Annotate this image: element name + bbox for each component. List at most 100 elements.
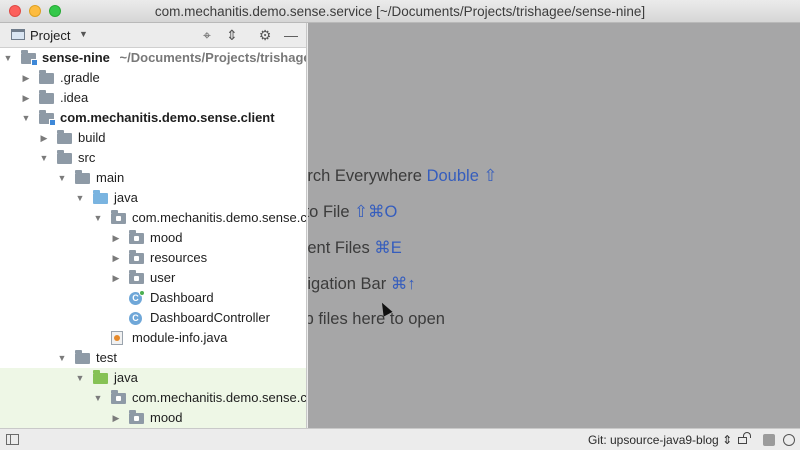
module-folder-icon <box>39 110 56 126</box>
tree-row[interactable]: ▼ java <box>0 188 306 208</box>
tree-item-label: sense-nine ~/Documents/Projects/trishage… <box>42 48 306 68</box>
project-tool-window: Project ▼ ⌖ ⇕ ⚙ — ▼ sense-nine ~/Document… <box>0 23 307 428</box>
expanded-arrow-icon[interactable]: ▼ <box>93 388 103 408</box>
collapse-all-icon[interactable]: ⇕ <box>223 26 241 44</box>
package-icon <box>129 250 144 264</box>
expanded-arrow-icon[interactable]: ▼ <box>93 208 103 228</box>
tree-row[interactable]: ▼ src <box>0 148 306 168</box>
folder-icon <box>75 350 90 364</box>
editor-hint: Recent Files ⌘E <box>308 238 402 258</box>
shortcut-key: ⌘↑ <box>390 275 416 293</box>
tree-item-label: .gradle <box>60 70 100 85</box>
expanded-arrow-icon[interactable]: ▼ <box>21 108 31 128</box>
folder-icon <box>39 70 54 84</box>
shortcut-key: ⌘E <box>374 239 402 257</box>
tree-row[interactable]: ▼ main <box>0 168 306 188</box>
tree-row[interactable]: module-info.java <box>0 328 306 348</box>
status-bar: Git: upsource-java9-blog ⇕ <box>0 428 800 450</box>
tree-row[interactable]: ▶ .idea <box>0 88 306 108</box>
tree-row[interactable]: ▶ user <box>0 268 306 288</box>
expanded-arrow-icon[interactable]: ▼ <box>39 148 49 168</box>
expanded-arrow-icon[interactable]: ▼ <box>75 368 85 388</box>
tree-item-label: java <box>114 190 138 205</box>
tree-item-label: com.mechanitis.demo.sense.client <box>132 390 307 405</box>
hint-text: Recent Files <box>308 239 370 257</box>
hide-panel-icon[interactable]: — <box>282 26 300 44</box>
expanded-arrow-icon[interactable]: ▼ <box>57 168 67 188</box>
package-icon <box>129 230 144 244</box>
tree-row[interactable]: ▶ build <box>0 128 306 148</box>
tree-row[interactable]: ▶ .gradle <box>0 68 306 88</box>
collapsed-arrow-icon[interactable]: ▶ <box>39 128 49 148</box>
tree-item-label: module-info.java <box>132 330 228 345</box>
class-icon: C <box>129 312 142 325</box>
tree-item-label: src <box>78 150 96 165</box>
java-file-icon <box>111 331 123 345</box>
editor-hint: Search Everywhere Double ⇧ <box>308 166 497 186</box>
tool-window-toggle-icon[interactable] <box>6 434 19 445</box>
lock-icon[interactable] <box>738 432 751 444</box>
folder-icon <box>57 130 72 144</box>
collapsed-arrow-icon[interactable]: ▶ <box>111 248 121 268</box>
tree-item-path: ~/Documents/Projects/trishagee/sense-nin… <box>119 50 306 65</box>
folder-icon <box>57 150 72 164</box>
source-folder-icon <box>93 190 108 204</box>
folder-icon <box>75 170 90 184</box>
hint-text: Navigation Bar <box>308 275 387 293</box>
tree-item-label: resources <box>150 250 208 265</box>
window-title: com.mechanitis.demo.sense.service [~/Doc… <box>154 4 646 19</box>
chevron-down-icon[interactable]: ▼ <box>79 29 88 39</box>
package-icon <box>129 410 144 424</box>
collapsed-arrow-icon[interactable]: ▶ <box>111 408 121 428</box>
collapsed-arrow-icon[interactable]: ▶ <box>111 228 121 248</box>
collapsed-arrow-icon[interactable]: ▶ <box>111 268 121 288</box>
hint-text: Go to File <box>308 203 350 221</box>
collapsed-arrow-icon[interactable]: ▶ <box>21 88 31 108</box>
tree-item-label: build <box>78 130 106 145</box>
tree-row[interactable]: ▼ com.mechanitis.demo.sense.client <box>0 208 307 228</box>
project-panel-header: Project ▼ ⌖ ⇕ ⚙ — <box>0 23 306 48</box>
package-icon <box>111 210 126 224</box>
expanded-arrow-icon[interactable]: ▼ <box>3 48 13 68</box>
event-log-icon[interactable] <box>783 434 795 446</box>
project-view-selector[interactable]: Project <box>30 28 70 43</box>
editor-hint: Drop files here to open <box>308 310 445 329</box>
shortcut-key: Double ⇧ <box>426 167 498 185</box>
expanded-arrow-icon[interactable]: ▼ <box>75 188 85 208</box>
inspector-icon[interactable] <box>763 434 775 446</box>
tree-row[interactable]: ▼ com.mechanitis.demo.sense.client <box>0 388 307 408</box>
tree-item-label: mood <box>150 410 183 425</box>
tree-row[interactable]: ▶ resources <box>0 248 306 268</box>
tree-item-label: .idea <box>60 90 89 105</box>
gear-icon[interactable]: ⚙ <box>256 26 274 44</box>
tree-row[interactable]: ▼ java <box>0 368 306 388</box>
test-folder-icon <box>93 370 108 384</box>
tree-row[interactable]: ▶ mood <box>0 228 306 248</box>
tree-row[interactable]: C DashboardController <box>0 308 306 328</box>
project-tree[interactable]: ▼ sense-nine ~/Documents/Projects/trishag… <box>0 48 307 428</box>
tree-item-label: user <box>150 270 176 285</box>
module-folder-icon <box>21 50 38 66</box>
tree-item-label: Dashboard <box>150 290 214 305</box>
project-view-icon <box>11 29 25 40</box>
git-branch-widget[interactable]: Git: upsource-java9-blog ⇕ <box>588 433 732 447</box>
tree-item-label: com.mechanitis.demo.sense.client <box>132 210 307 225</box>
tree-row[interactable]: C Dashboard <box>0 288 306 308</box>
tree-row[interactable]: ▼ sense-nine ~/Documents/Projects/trishag… <box>0 48 306 68</box>
tree-item-label: test <box>96 350 117 365</box>
tree-item-label: DashboardController <box>150 310 270 325</box>
hint-text: Search Everywhere <box>308 167 422 185</box>
tree-row[interactable]: ▶ mood <box>0 408 306 428</box>
locate-target-icon[interactable]: ⌖ <box>198 26 216 44</box>
expanded-arrow-icon[interactable]: ▼ <box>57 348 67 368</box>
title-bar: com.mechanitis.demo.sense.service [~/Doc… <box>0 0 800 23</box>
tree-row[interactable]: ▼ test <box>0 348 306 368</box>
tree-item-label: mood <box>150 230 183 245</box>
tree-row[interactable]: ▼ com.mechanitis.demo.sense.client <box>0 108 306 128</box>
folder-icon <box>39 90 54 104</box>
editor-area[interactable]: Search Everywhere Double ⇧ Go to File ⇧⌘O… <box>308 23 800 428</box>
shortcut-key: ⇧⌘O <box>354 203 398 221</box>
collapsed-arrow-icon[interactable]: ▶ <box>21 68 31 88</box>
editor-hint: Navigation Bar ⌘↑ <box>308 274 416 294</box>
hint-text: Drop files here to open <box>308 310 445 328</box>
